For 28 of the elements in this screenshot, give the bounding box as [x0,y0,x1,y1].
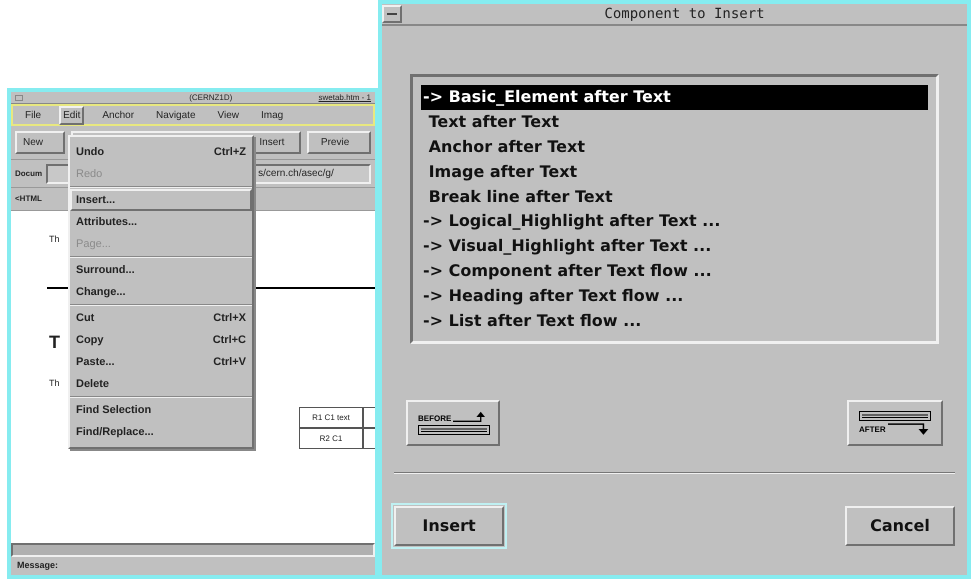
menu-item-label: Attributes... [76,214,138,230]
menu-item-label: Copy [76,332,104,348]
shortcut-label: Ctrl+X [213,310,246,326]
before-label: BEFORE [418,415,452,423]
document-label: Docum [15,168,42,180]
body-text: Th [49,377,60,390]
heading-text: T [49,331,60,354]
menu-item-label: Paste... [76,354,115,370]
shortcut-label: Ctrl+V [213,354,246,370]
menu-item-label: Delete [76,376,110,392]
menu-item-label: Undo [76,144,104,160]
window-filename: swetab.htm - 1 [318,92,371,104]
table-cell: R1 C1 text [299,407,363,428]
status-message: Message: [17,559,58,572]
menu-item-label: Surround... [76,262,135,278]
breadcrumb: <HTML [15,193,42,205]
dialog-title: Component to Insert [603,4,766,24]
menu-item-label: Find Selection [76,402,152,418]
shortcut-label: Ctrl+C [212,332,246,348]
window-title: (CERNZ1D) [189,92,232,104]
body-text: Th [49,233,60,246]
table-cell: R2 C1 [299,428,363,449]
shortcut-label: Ctrl+Z [214,144,246,160]
after-label: AFTER [859,426,886,434]
menu-item-label: Insert... [76,192,116,208]
menu-item-label: Find/Replace... [76,424,154,440]
menu-item-label: Change... [76,284,126,300]
menu-item-label: Cut [76,310,94,326]
